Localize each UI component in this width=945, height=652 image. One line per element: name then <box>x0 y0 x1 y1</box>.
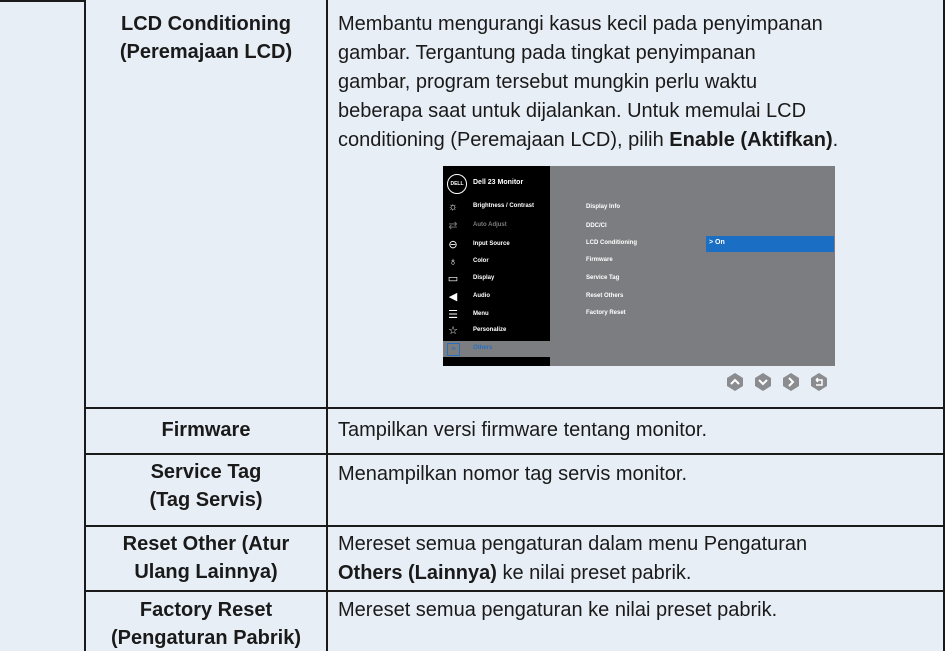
osd-item-color: ♁ Color <box>443 254 550 270</box>
osd-item-brightness: ☼ Brightness / Contrast <box>443 199 550 215</box>
desc-line: Membantu mengurangi kasus kecil pada pen… <box>338 13 823 35</box>
left-border <box>84 0 86 651</box>
osd-item-label: Input Source <box>473 241 510 247</box>
label-line: (Tag Servis) <box>149 489 263 511</box>
osd-item-display: ▭ Display <box>443 271 550 287</box>
osd-item-personalize: ☆ Personalize <box>443 323 550 339</box>
row-desc-reset-other: Mereset semua pengaturan dalam menu Peng… <box>338 530 938 588</box>
desc-line: gambar, program tersebut mungkin perlu w… <box>338 71 758 93</box>
row-desc-firmware: Tampilkan versi firmware tentang monitor… <box>338 419 708 441</box>
dell-logo: DELL <box>447 174 467 194</box>
label-line: Factory Reset <box>139 599 273 621</box>
input-source-icon: ⊖ <box>448 239 458 251</box>
osd-sidebar: DELL Dell 23 Monitor ☼ Brightness / Cont… <box>443 166 550 366</box>
osd-sub-factory-reset: Factory Reset <box>586 310 626 316</box>
osd-sub-ddc-ci: DDC/CI <box>586 223 607 229</box>
row-label-service-tag: Service Tag (Tag Servis) <box>88 458 324 514</box>
desc-bold: Others (Lainnya) <box>338 562 497 584</box>
osd-title: Dell 23 Monitor <box>473 179 524 186</box>
desc-bold: Enable (Aktifkan) <box>669 129 833 151</box>
osd-item-label: Others <box>473 345 493 351</box>
right-icon <box>783 373 799 391</box>
osd-item-auto-adjust: ⇄ Auto Adjust <box>443 218 550 234</box>
personalize-icon: ☆ <box>448 325 458 337</box>
osd-item-label: Menu <box>473 311 489 317</box>
desc-line: gambar. Tergantung pada tingkat penyimpa… <box>338 42 756 64</box>
top-rule <box>0 0 86 2</box>
osd-sub-firmware: Firmware <box>586 257 613 263</box>
document-page: LCD Conditioning (Peremajaan LCD) Memban… <box>0 0 945 651</box>
osd-highlight: > On <box>706 236 834 252</box>
label-line: (Pengaturan Pabrik) <box>110 627 302 649</box>
row-label-firmware: Firmware <box>88 416 324 444</box>
row-label-lcd-conditioning: LCD Conditioning (Peremajaan LCD) <box>88 10 324 66</box>
osd-item-label: Auto Adjust <box>473 222 507 228</box>
label-line: LCD Conditioning <box>121 13 291 35</box>
osd-item-others: ≡ Others <box>443 341 550 357</box>
desc-line: Mereset semua pengaturan dalam menu Peng… <box>338 533 808 555</box>
desc-text: conditioning (Peremajaan LCD), pilih <box>338 129 670 151</box>
row-divider <box>84 453 945 455</box>
desc-line: Others (Lainnya) ke nilai preset pabrik. <box>338 559 938 588</box>
osd-menu-image: DELL Dell 23 Monitor ☼ Brightness / Cont… <box>443 166 835 366</box>
osd-item-menu: ☰ Menu <box>443 307 550 323</box>
osd-sub-reset-others: Reset Others <box>586 293 624 299</box>
osd-sub-display-info: Display Info <box>586 204 621 210</box>
desc-line: beberapa saat untuk dijalankan. Untuk me… <box>338 100 807 122</box>
display-icon: ▭ <box>447 273 459 285</box>
osd-item-label: Display <box>473 275 495 281</box>
osd-item-label: Color <box>473 258 489 264</box>
down-icon <box>755 373 771 391</box>
label-line: Service Tag <box>150 461 262 483</box>
osd-item-audio: ◀ Audio <box>443 289 550 305</box>
row-label-factory-reset: Factory Reset (Pengaturan Pabrik) <box>88 596 324 652</box>
desc-line: conditioning (Peremajaan LCD), pilih Ena… <box>338 126 938 155</box>
desc-text: ke nilai preset pabrik. <box>496 562 692 584</box>
osd-item-label: Audio <box>473 293 490 299</box>
row-divider <box>84 590 945 592</box>
row-label-reset-other: Reset Other (Atur Ulang Lainnya) <box>88 530 324 586</box>
auto-adjust-icon: ⇄ <box>448 220 458 232</box>
others-icon: ≡ <box>447 343 460 356</box>
row-divider <box>84 407 945 409</box>
row-desc-lcd-conditioning: Membantu mengurangi kasus kecil pada pen… <box>338 10 938 155</box>
osd-highlight-value: > On <box>709 239 725 246</box>
osd-item-label: Brightness / Contrast <box>473 203 535 209</box>
row-desc-factory-reset: Mereset semua pengaturan ke nilai preset… <box>338 599 778 621</box>
label-line: Ulang Lainnya) <box>134 561 278 583</box>
row-desc-service-tag: Menampilkan nomor tag servis monitor. <box>338 463 688 485</box>
brightness-icon: ☼ <box>447 201 459 213</box>
desc-text: . <box>832 129 839 151</box>
row-divider <box>84 525 945 527</box>
osd-item-input-source: ⊖ Input Source <box>443 237 550 253</box>
label-line: (Peremajaan LCD) <box>119 41 293 63</box>
color-icon: ♁ <box>448 256 458 268</box>
osd-sub-lcd-conditioning: LCD Conditioning <box>586 240 637 246</box>
menu-icon: ☰ <box>448 309 458 321</box>
audio-icon: ◀ <box>448 291 458 303</box>
label-line: Reset Other (Atur <box>122 533 290 555</box>
column-divider <box>326 0 328 651</box>
label-line: Firmware <box>161 419 251 441</box>
back-icon <box>811 373 827 391</box>
osd-item-label: Personalize <box>473 327 507 333</box>
osd-sub-service-tag: Service Tag <box>586 275 620 281</box>
up-icon <box>727 373 743 391</box>
